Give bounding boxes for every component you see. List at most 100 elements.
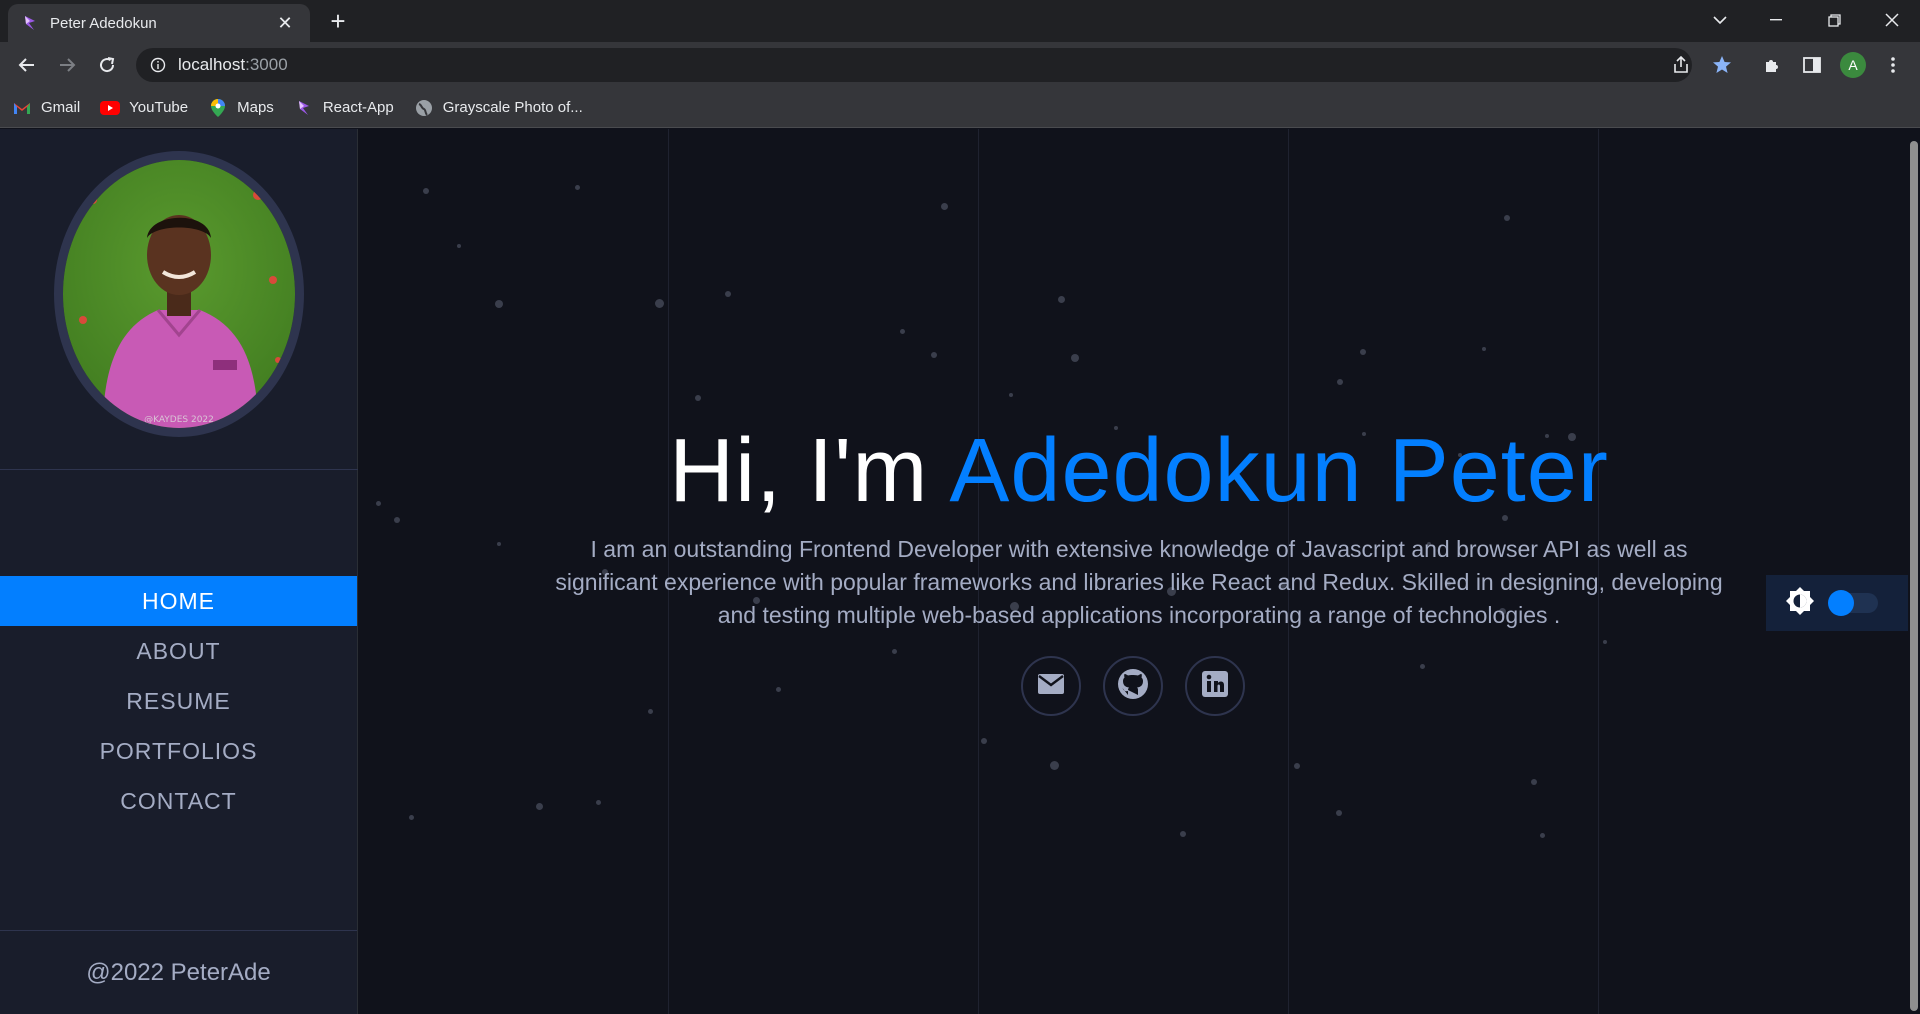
particle-dot bbox=[892, 649, 897, 654]
bookmark-label: Maps bbox=[237, 99, 274, 116]
nav-home[interactable]: HOME bbox=[0, 576, 357, 626]
particle-dot bbox=[1482, 347, 1486, 351]
bookmark-react-app[interactable]: React-App bbox=[294, 98, 394, 118]
bookmark-grayscale-photo[interactable]: Grayscale Photo of... bbox=[414, 98, 583, 118]
hero-area: Hi, I'm Adedokun Peter I am an outstandi… bbox=[358, 129, 1920, 1014]
bookmarks-bar: Gmail YouTube Maps React-App Grayscale P… bbox=[0, 88, 1920, 128]
minimize-button[interactable] bbox=[1748, 0, 1804, 40]
bookmark-label: Gmail bbox=[41, 99, 81, 116]
particle-dot bbox=[495, 300, 503, 308]
particle-dot bbox=[423, 188, 429, 194]
github-link[interactable] bbox=[1103, 656, 1163, 716]
particle-dot bbox=[1294, 763, 1300, 769]
particle-dot bbox=[941, 203, 948, 210]
particle-dot bbox=[900, 329, 905, 334]
profile-photo: @KAYDES 2022 bbox=[54, 151, 304, 437]
bookmark-youtube[interactable]: YouTube bbox=[100, 98, 188, 118]
email-link[interactable] bbox=[1021, 656, 1081, 716]
theme-toggle[interactable] bbox=[1828, 590, 1878, 616]
bookmark-gmail[interactable]: Gmail bbox=[12, 98, 80, 118]
page-scrollbar[interactable] bbox=[1908, 129, 1920, 1014]
hero: Hi, I'm Adedokun Peter I am an outstandi… bbox=[358, 419, 1920, 632]
particle-dot bbox=[1058, 296, 1065, 303]
linkedin-link[interactable] bbox=[1185, 656, 1245, 716]
particle-dot bbox=[457, 244, 461, 248]
site-info-icon[interactable] bbox=[150, 57, 166, 73]
youtube-icon bbox=[100, 98, 121, 118]
nav-contact[interactable]: CONTACT bbox=[0, 776, 357, 826]
nav-portfolios[interactable]: PORTFOLIOS bbox=[0, 726, 357, 776]
forward-button[interactable] bbox=[51, 49, 83, 81]
profile-photo-illustration: @KAYDES 2022 bbox=[63, 160, 295, 428]
particle-dot bbox=[1180, 831, 1186, 837]
particle-dot bbox=[409, 815, 414, 820]
back-button[interactable] bbox=[11, 49, 43, 81]
particle-dot bbox=[981, 738, 987, 744]
hero-name: Adedokun Peter bbox=[949, 421, 1609, 521]
particle-dot bbox=[1360, 349, 1366, 355]
hero-title: Hi, I'm Adedokun Peter bbox=[358, 419, 1920, 523]
scrollbar-thumb[interactable] bbox=[1910, 141, 1918, 1011]
new-tab-button[interactable]: + bbox=[322, 6, 354, 38]
particle-dot bbox=[1504, 215, 1510, 221]
tab-close-icon[interactable]: ✕ bbox=[274, 13, 296, 34]
url-port: :3000 bbox=[245, 55, 288, 74]
close-window-button[interactable] bbox=[1864, 0, 1920, 40]
browser-menu-icon[interactable] bbox=[1878, 48, 1908, 82]
particle-dot bbox=[725, 291, 731, 297]
share-icon[interactable] bbox=[1666, 48, 1696, 82]
brightness-icon bbox=[1784, 585, 1816, 622]
social-links bbox=[1021, 656, 1245, 716]
side-panel-icon[interactable] bbox=[1797, 48, 1827, 82]
particle-dot bbox=[1337, 379, 1343, 385]
bookmark-star-icon[interactable] bbox=[1707, 48, 1737, 82]
restore-button[interactable] bbox=[1806, 0, 1862, 40]
tab-title: Peter Adedokun bbox=[50, 14, 157, 32]
hero-greeting: Hi, I'm bbox=[669, 421, 950, 521]
bookmark-label: YouTube bbox=[129, 99, 189, 116]
bookmark-label: Grayscale Photo of... bbox=[442, 99, 583, 116]
particle-dot bbox=[776, 687, 781, 692]
particle-dot bbox=[1071, 354, 1079, 362]
particle-dot bbox=[1420, 664, 1425, 669]
tab-search-icon[interactable] bbox=[1692, 0, 1748, 40]
particle-dot bbox=[1540, 833, 1545, 838]
react-app-icon bbox=[294, 98, 314, 118]
browser-tabstrip: Peter Adedokun ✕ + bbox=[0, 0, 1920, 42]
maps-icon bbox=[208, 98, 228, 118]
particle-dot bbox=[931, 352, 937, 358]
address-bar[interactable]: localhost:3000 bbox=[136, 48, 1692, 82]
url-host: localhost bbox=[178, 55, 246, 74]
particle-dot bbox=[1009, 393, 1013, 397]
theme-switcher bbox=[1766, 575, 1910, 631]
particle-dot bbox=[1050, 761, 1059, 770]
particle-dot bbox=[1531, 779, 1537, 785]
hero-description: I am an outstanding Frontend Developer w… bbox=[555, 536, 1723, 628]
toggle-knob bbox=[1828, 590, 1854, 616]
sidebar-menu: HOME ABOUT RESUME PORTFOLIOS CONTACT bbox=[0, 576, 357, 826]
email-icon bbox=[1037, 673, 1065, 700]
particle-dot bbox=[1336, 810, 1342, 816]
portfolio-page: @KAYDES 2022 HOME ABOUT RESUME PORTFOLIO… bbox=[0, 129, 1920, 1014]
particle-dot bbox=[655, 299, 664, 308]
particle-dot bbox=[596, 800, 601, 805]
profile-avatar[interactable]: A bbox=[1838, 48, 1868, 82]
photo-watermark: @KAYDES 2022 bbox=[144, 415, 214, 425]
gmail-icon bbox=[12, 98, 32, 118]
nav-resume[interactable]: RESUME bbox=[0, 676, 357, 726]
linkedin-icon bbox=[1201, 670, 1229, 703]
sidebar: @KAYDES 2022 HOME ABOUT RESUME PORTFOLIO… bbox=[0, 129, 358, 1014]
avatar-section: @KAYDES 2022 bbox=[0, 129, 358, 470]
github-icon bbox=[1117, 668, 1149, 705]
react-app-favicon-icon bbox=[22, 15, 38, 31]
sidebar-footer: @2022 PeterAde bbox=[0, 930, 357, 1014]
particle-dot bbox=[695, 395, 701, 401]
browser-tab[interactable]: Peter Adedokun ✕ bbox=[8, 4, 310, 42]
bookmark-maps[interactable]: Maps bbox=[208, 98, 274, 118]
reload-button[interactable] bbox=[91, 49, 123, 81]
bookmark-label: React-App bbox=[322, 99, 394, 116]
browser-toolbar: localhost:3000 A bbox=[0, 42, 1920, 88]
globe-icon bbox=[414, 98, 434, 118]
nav-about[interactable]: ABOUT bbox=[0, 626, 357, 676]
extensions-icon[interactable] bbox=[1757, 48, 1787, 82]
